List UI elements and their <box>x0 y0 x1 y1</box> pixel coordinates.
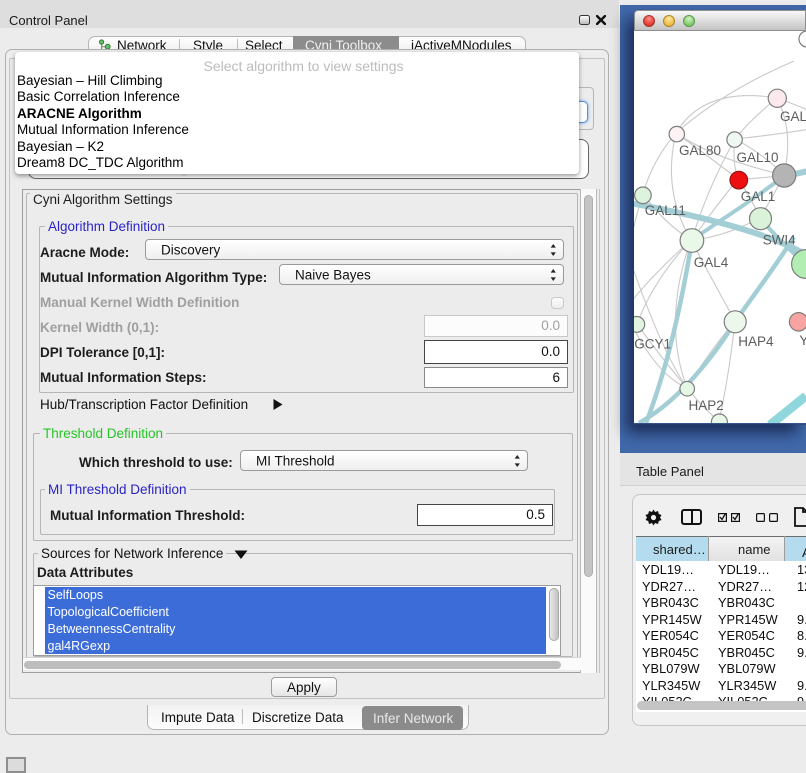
svg-text:SWI4: SWI4 <box>763 233 796 248</box>
svg-text:GAL7: GAL7 <box>780 109 806 124</box>
svg-text:GAL11: GAL11 <box>645 203 686 218</box>
svg-text:GAL4: GAL4 <box>694 255 729 270</box>
svg-text:GAL1: GAL1 <box>741 189 776 204</box>
svg-text:GAL80: GAL80 <box>679 143 721 158</box>
svg-text:GCY1: GCY1 <box>634 337 671 352</box>
svg-text:YJ: YJ <box>799 333 806 348</box>
svg-text:GAL10: GAL10 <box>737 150 779 165</box>
svg-text:HAP4: HAP4 <box>738 334 774 349</box>
svg-text:HAP2: HAP2 <box>689 398 724 413</box>
